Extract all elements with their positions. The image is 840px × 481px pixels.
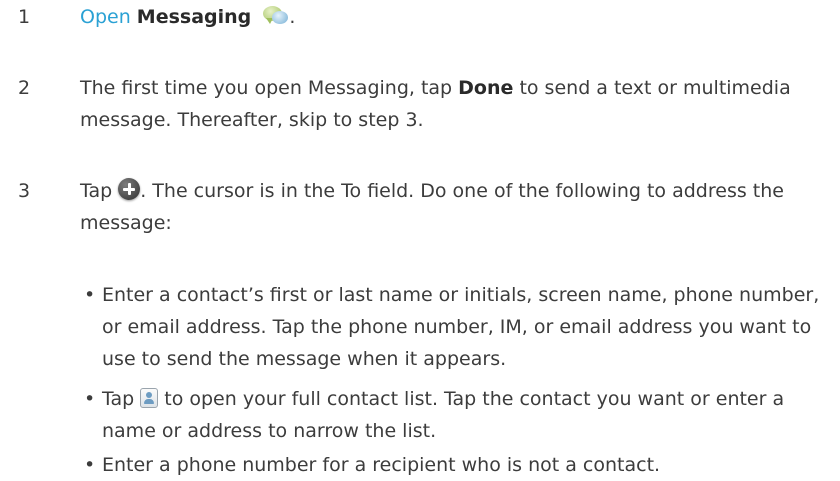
list-item-text: Enter a phone number for a recipient who… <box>102 454 661 476</box>
step-number: 2 <box>18 77 31 99</box>
tap-text: Tap <box>80 180 119 202</box>
done-label: Done <box>458 77 514 99</box>
bullet-dot: • <box>84 284 96 306</box>
step-number: 1 <box>18 6 31 28</box>
list-item-text: Enter a contact’s first or last name or … <box>102 284 820 370</box>
open-link[interactable]: Open <box>80 6 131 28</box>
list-item-text: Tap to open your full contact list. Tap … <box>102 383 822 447</box>
step-text: Open Messaging . <box>80 1 820 33</box>
contacts-icon <box>140 387 159 408</box>
new-message-icon <box>118 177 141 200</box>
step-period: . <box>289 6 296 28</box>
step-number: 3 <box>18 180 31 202</box>
bullet-dot: • <box>84 388 96 410</box>
bullet-dot: • <box>84 454 96 476</box>
tap-text: Tap <box>102 388 141 410</box>
messaging-icon <box>263 5 289 27</box>
step-text: Tap . The cursor is in the To field. Do … <box>80 175 820 239</box>
app-name: Messaging <box>136 6 252 28</box>
step-text: The first time you open Messaging, tap D… <box>80 72 820 136</box>
list-item-after: to open your full contact list. Tap the … <box>102 388 785 442</box>
step-text-before: The first time you open Messaging, tap <box>80 77 459 99</box>
step-text-after: . The cursor is in the To field. Do one … <box>80 180 784 234</box>
